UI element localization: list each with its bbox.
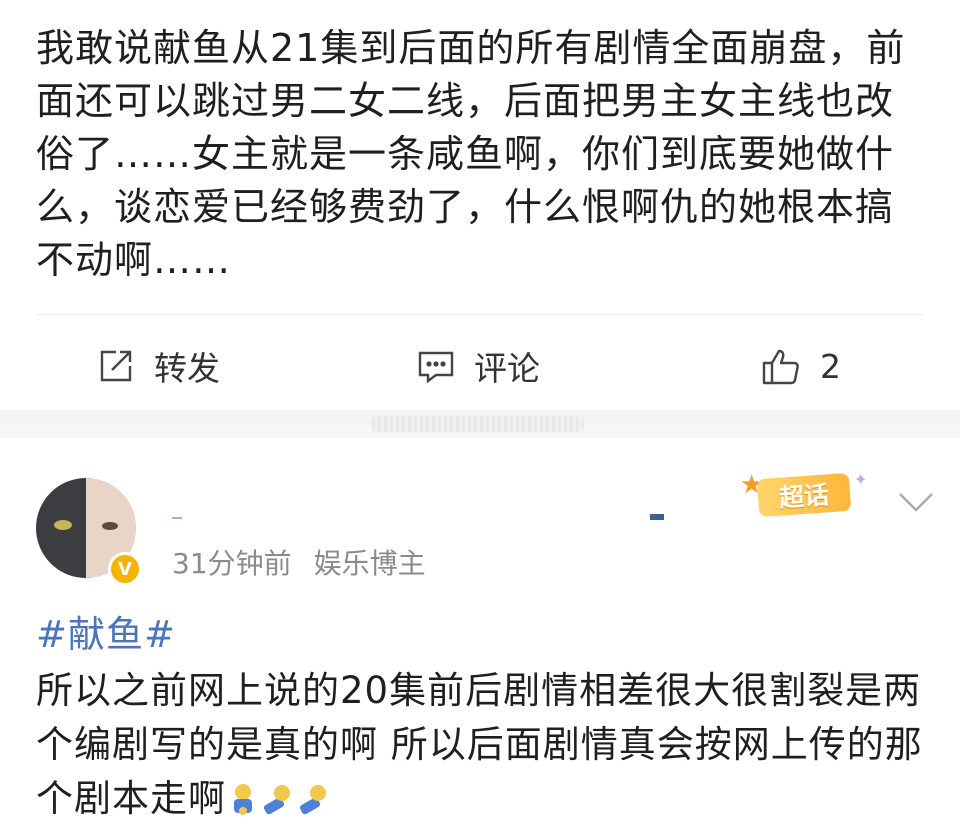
thumbs-up-icon [760,345,802,387]
like-count: 2 [820,346,841,386]
action-bar: 转发 评论 2 [0,330,960,402]
thumbs-emoji-icon [260,778,294,832]
post-card-1: 我敢说献鱼从21集到后面的所有剧情全面崩盘，前面还可以跳过男二女二线，后面把男主… [0,0,960,410]
repost-button[interactable]: 转发 [96,330,220,402]
user-tag: 娱乐博主 [313,547,426,580]
feed-separator [0,410,960,438]
divider [36,314,924,315]
comment-icon [416,346,456,386]
super-topic-label: 超话 [756,472,852,518]
post-body: #献鱼# 所以之前网上说的20集前后剧情相差很大很割裂是两个编剧写的是真的啊 所… [36,608,936,832]
post-text[interactable]: 我敢说献鱼从21集到后面的所有剧情全面崩盘，前面还可以跳过男二女二线，后面把男主… [36,22,926,287]
sparkle-icon: ✦ [854,470,868,489]
super-topic-badge[interactable]: ★ 超话 ✦ [740,470,870,518]
post-time: 31分钟前 [172,547,292,580]
verified-badge-icon: V [108,552,142,586]
repost-label: 转发 [154,349,220,388]
thumbs-emoji-icon [296,778,330,832]
chevron-down-icon[interactable] [896,490,936,518]
post-text[interactable]: 所以之前网上说的20集前后剧情相差很大很割裂是两个编剧写的是真的啊 所以后面剧情… [36,669,923,820]
comment-button[interactable]: 评论 [416,330,540,402]
separator-decoration [372,416,584,432]
post-meta: 31分钟前 娱乐博主 [172,542,426,582]
hashtag-link[interactable]: #献鱼# [36,608,936,662]
username[interactable] [172,514,672,520]
repost-icon [96,346,136,386]
like-button[interactable]: 2 [760,330,841,402]
comment-label: 评论 [474,349,540,388]
doge-emoji-icon [228,778,258,832]
post-card-2: V 31分钟前 娱乐博主 ★ 超话 ✦ #献鱼# 所以之前网上说的20集前后剧情… [0,438,960,839]
